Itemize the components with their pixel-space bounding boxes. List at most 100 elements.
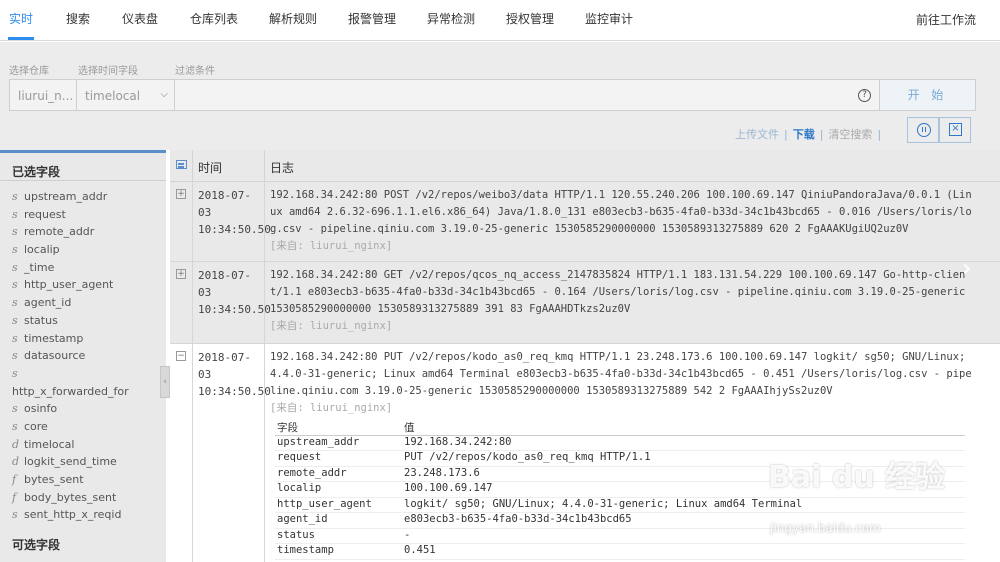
field-name: osinfo <box>24 402 58 416</box>
sidebar-field-item[interactable]: s osinfo <box>12 402 162 420</box>
sidebar-collapse-handle[interactable]: ‹ <box>160 366 170 398</box>
field-name: logkit_send_time <box>24 455 117 469</box>
sidebar-field-item[interactable]: s http_user_agent <box>12 278 162 296</box>
field-name: timestamp <box>24 331 84 345</box>
sidebar-field-item[interactable]: s _time <box>12 261 162 279</box>
repo-select[interactable]: liurui_n... <box>9 79 77 111</box>
row-log-text: 192.168.34.242:80 GET /v2/repos/qcos_nq_… <box>270 269 966 315</box>
download-link[interactable]: 下载 <box>793 128 815 141</box>
condition-input[interactable] <box>174 79 880 111</box>
tab-parse-rules[interactable]: 解析规则 <box>269 10 317 27</box>
row-log-text: 192.168.34.242:80 PUT /v2/repos/kodo_as0… <box>270 351 972 397</box>
divider: | <box>819 128 824 141</box>
time-field-select-value: timelocal <box>85 89 141 103</box>
chevron-down-icon: ⌵ <box>160 89 168 100</box>
detail-value: - <box>404 528 411 541</box>
start-button[interactable]: 开 始 <box>879 79 976 111</box>
sidebar-field-item[interactable]: d logkit_send_time <box>12 455 162 473</box>
selected-field-list: s upstream_addr s request s remote_addr s local… <box>12 190 162 526</box>
sidebar-field-item[interactable]: s remote_addr <box>12 225 162 243</box>
collapse-icon[interactable]: − <box>176 351 186 361</box>
detail-value: logkit/ sg50; GNU/Linux; 4.4.0-31-generi… <box>404 497 803 510</box>
active-tab-indicator <box>8 37 34 40</box>
sidebar-field-item[interactable]: s request <box>12 208 162 226</box>
detail-key: agent_id <box>277 513 328 525</box>
tab-auth[interactable]: 授权管理 <box>506 10 554 27</box>
stop-button[interactable]: × <box>939 117 971 143</box>
field-name: http_x_forwarded_for <box>12 384 129 398</box>
field-type-icon: s <box>12 366 18 380</box>
detail-value: 23.248.173.6 <box>404 466 480 479</box>
detail-key: request <box>277 451 322 463</box>
time-field-select[interactable]: timelocal ⌵ <box>76 79 175 111</box>
divider <box>264 344 265 562</box>
tab-repo-list[interactable]: 仓库列表 <box>190 10 238 27</box>
sidebar-field-item[interactable]: s <box>12 367 162 385</box>
col-log-header: 日志 <box>270 161 295 175</box>
field-type-icon: s <box>12 296 18 310</box>
sidebar-field-item[interactable]: s datasource <box>12 349 162 367</box>
row-log-text: 192.168.34.242:80 POST /v2/repos/weibo3/… <box>270 189 972 235</box>
optional-fields-heading: 可选字段 <box>12 538 61 552</box>
condition-label: 过滤条件 <box>175 66 215 77</box>
divider <box>192 344 193 562</box>
list-view-icon[interactable] <box>176 160 187 169</box>
field-name: core <box>24 419 48 433</box>
pause-icon <box>917 123 931 137</box>
field-name: bytes_sent <box>24 473 84 486</box>
expand-icon[interactable]: + <box>176 269 186 279</box>
tab-audit[interactable]: 监控审计 <box>585 10 633 27</box>
field-name: localip <box>24 243 60 257</box>
tab-anomaly[interactable]: 异常检测 <box>427 10 475 27</box>
detail-key: localip <box>277 482 322 494</box>
upload-file-link[interactable]: 上传文件 <box>735 128 779 141</box>
divider: | <box>877 128 882 141</box>
expand-icon[interactable]: + <box>176 189 186 199</box>
divider <box>264 150 265 182</box>
sidebar-field-item[interactable]: f bytes_sent <box>12 473 162 491</box>
repo-select-value: liurui_n... <box>18 89 74 103</box>
detail-value: PUT /v2/repos/kodo_as0_req_kmq HTTP/1.1 <box>404 451 651 463</box>
sidebar-field-item[interactable]: s sent_http_x_reqid <box>12 508 162 526</box>
field-name: remote_addr <box>24 225 95 239</box>
divider <box>192 182 193 261</box>
sidebar-field-item[interactable]: f body_bytes_sent <box>12 491 162 509</box>
detail-header-row: 字段 值 <box>275 420 965 436</box>
row-time: 2018-07-03 10:34:50.50 <box>198 189 271 236</box>
row-source: [来自: liurui_nginx] <box>270 240 393 252</box>
sidebar-field-item[interactable]: http_x_forwarded_for <box>12 385 162 403</box>
pause-button[interactable] <box>907 117 939 143</box>
action-links: 上传文件 | 下载 | 清空搜索 | <box>735 126 886 142</box>
time-field-label: 选择时间字段 <box>78 66 138 77</box>
repo-label: 选择仓库 <box>9 66 49 77</box>
tab-alerts[interactable]: 报警管理 <box>348 10 396 27</box>
sidebar-field-item[interactable]: s core <box>12 420 162 438</box>
sidebar-accent-bar <box>0 150 166 153</box>
goto-workflow-link[interactable]: 前往工作流 <box>916 11 976 28</box>
sidebar-field-item[interactable]: s timestamp <box>12 332 162 350</box>
close-square-icon: × <box>949 123 962 136</box>
sidebar-field-item[interactable]: s agent_id <box>12 296 162 314</box>
help-icon[interactable]: ? <box>858 89 871 102</box>
sidebar-field-item[interactable]: d timelocal <box>12 438 162 456</box>
field-type-icon: s <box>12 331 18 345</box>
row-time: 2018-07-03 10:34:50.50 <box>198 351 271 398</box>
tab-dashboard[interactable]: 仪表盘 <box>122 10 158 27</box>
field-type-icon: s <box>12 278 18 292</box>
tab-search[interactable]: 搜索 <box>66 10 90 27</box>
field-name: request <box>24 207 66 221</box>
row-time: 2018-07-03 10:34:50.50 <box>198 269 271 316</box>
field-type-icon: s <box>12 243 18 257</box>
sidebar-field-item[interactable]: s upstream_addr <box>12 190 162 208</box>
clear-search-link[interactable]: 清空搜索 <box>828 128 872 141</box>
table-row: + 2018-07-03 10:34:50.50 192.168.34.242:… <box>170 262 1000 344</box>
top-nav: 实时 搜索 仪表盘 仓库列表 解析规则 报警管理 异常检测 授权管理 监控审计 … <box>0 0 1000 41</box>
sidebar-field-item[interactable]: s localip <box>12 243 162 261</box>
chevron-right-icon[interactable]: › <box>962 254 972 282</box>
detail-row: upstream_addr 192.168.34.242:80 <box>275 436 965 451</box>
filter-bar: 选择仓库 选择时间字段 过滤条件 liurui_n... timelocal ⌵… <box>0 42 1000 150</box>
sidebar-field-item[interactable]: s status <box>12 314 162 332</box>
tab-realtime[interactable]: 实时 <box>9 10 33 27</box>
detail-key: status <box>277 528 315 541</box>
field-name: datasource <box>24 349 86 363</box>
